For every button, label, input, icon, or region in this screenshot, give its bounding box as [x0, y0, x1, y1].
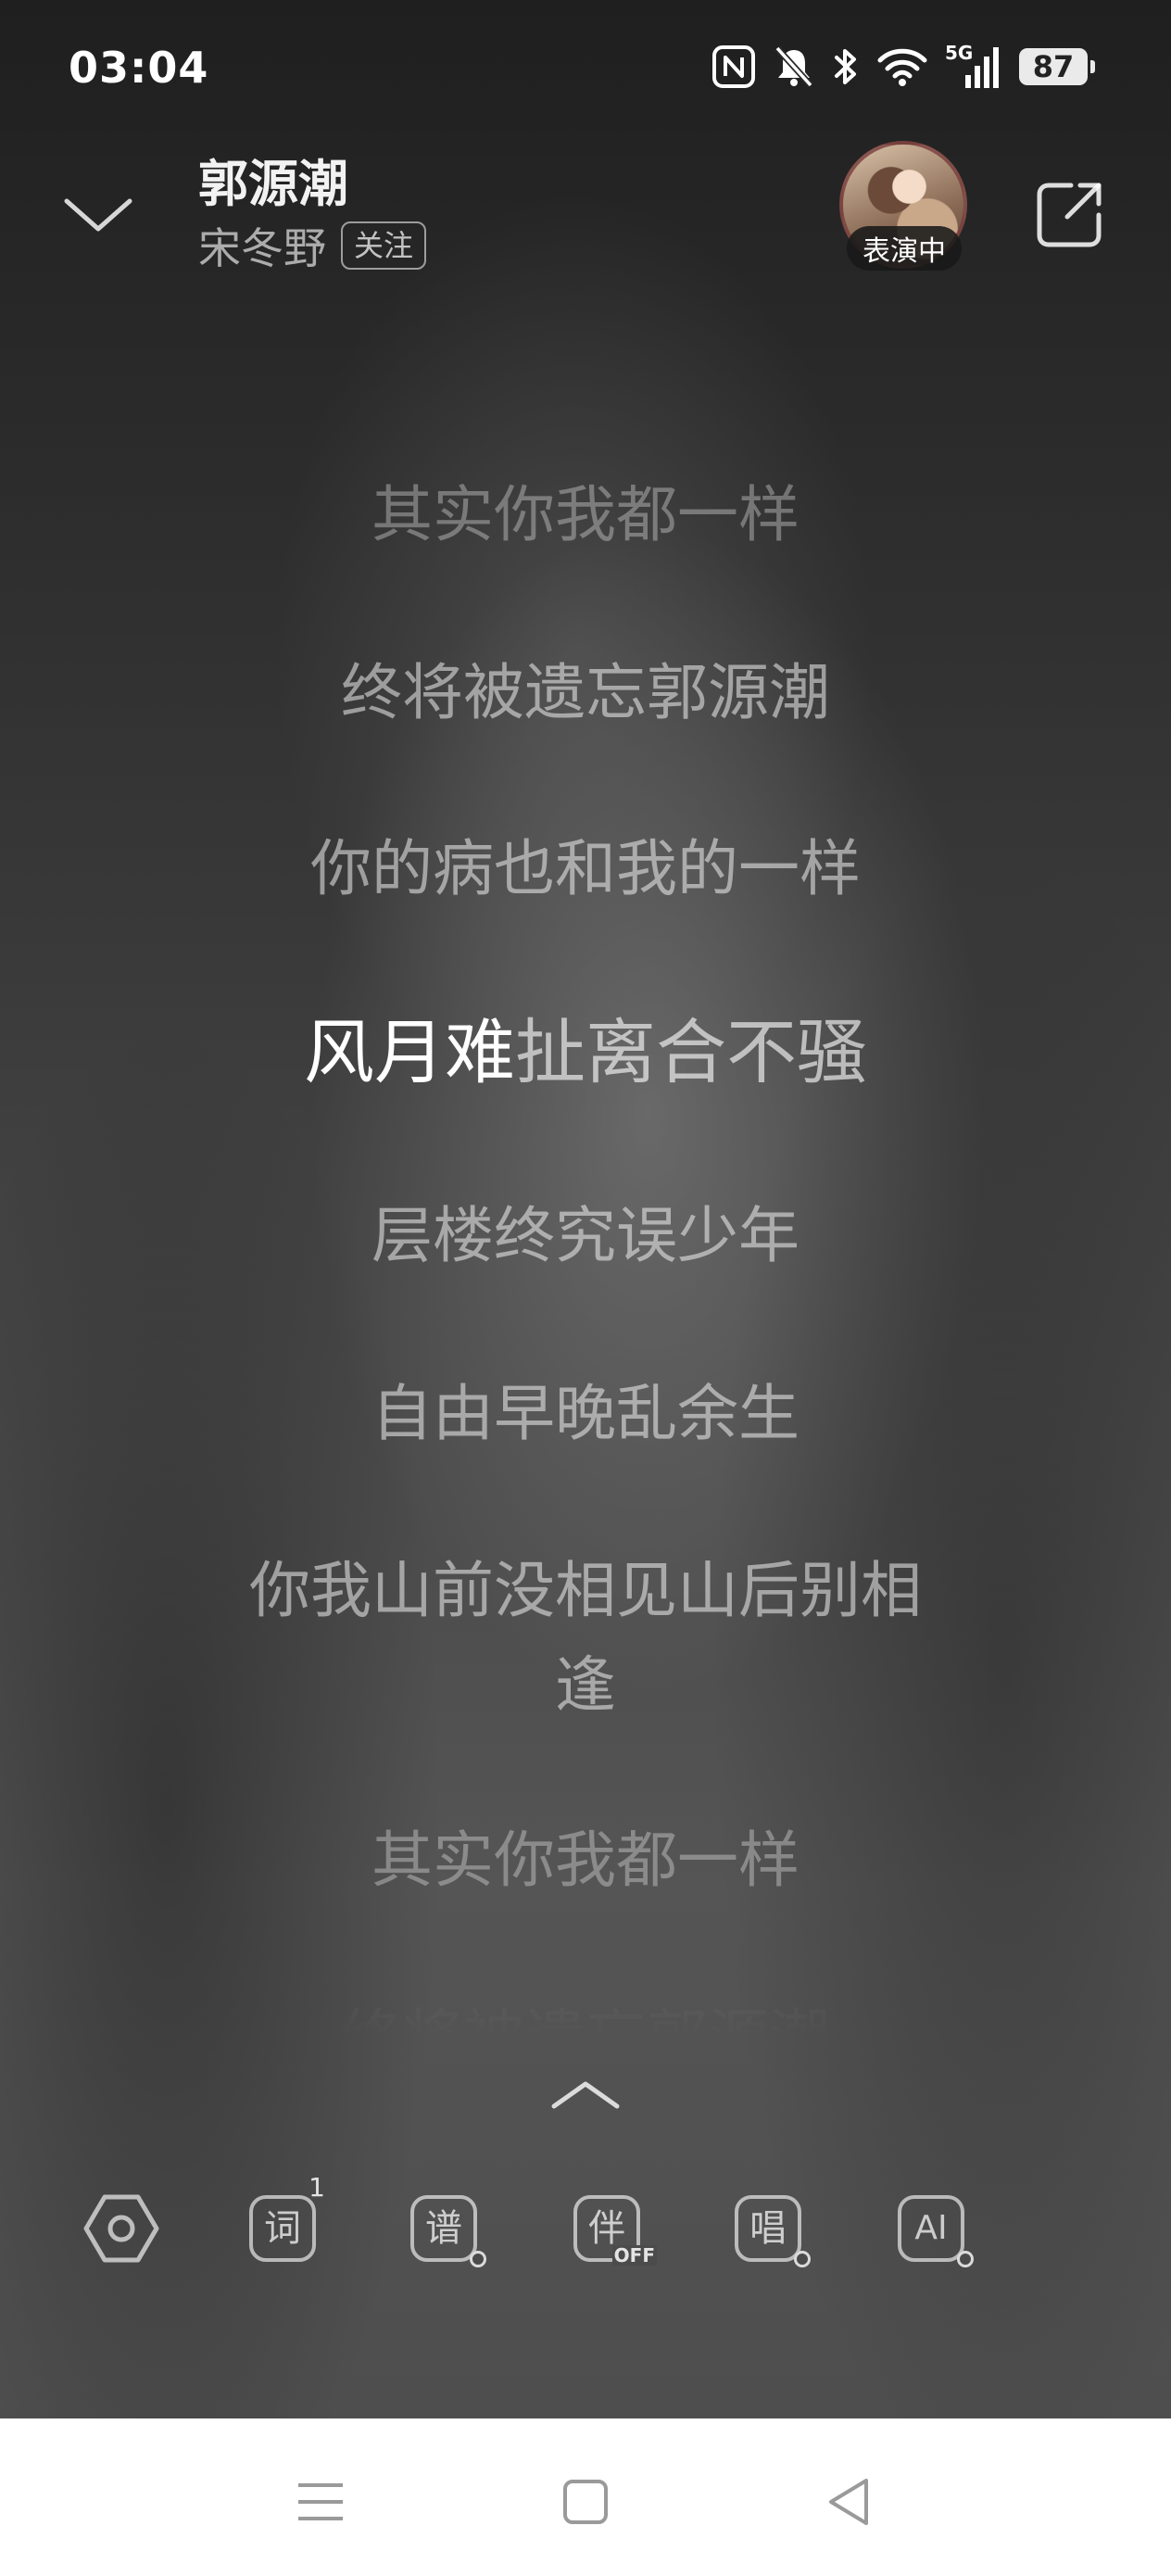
player-header: 郭源潮 宋冬野 关注 表演中 — [0, 130, 1171, 287]
settings-button[interactable] — [70, 2178, 172, 2279]
lyric-line[interactable]: 自由早晚乱余生 — [167, 1368, 1004, 1460]
lyric-line-part: 你我山前没相见山后别相 — [249, 1555, 922, 1626]
lyrics-label: 词 — [264, 2207, 301, 2250]
lyrics-count: 1 — [308, 2172, 325, 2203]
score-icon: 谱 — [410, 2195, 486, 2267]
follow-button[interactable]: 关注 — [341, 221, 427, 270]
battery-icon: 87 — [1019, 48, 1095, 85]
accompany-button[interactable]: 伴 OFF — [556, 2178, 658, 2279]
lyric-line[interactable]: 你的病也和我的一样 — [167, 823, 1004, 915]
artist-name[interactable]: 宋冬野 — [198, 215, 326, 276]
wifi-icon — [876, 45, 928, 88]
navigation-bar — [0, 2418, 1171, 2576]
performer-avatar-button[interactable]: 表演中 — [839, 141, 969, 271]
player-screen: 03:04 5G 87 郭源潮 宋冬野 关注 表演中 其实你我都一样 终将被遗忘… — [0, 0, 1171, 2418]
status-time: 03:04 — [69, 43, 209, 93]
ai-label: AI — [914, 2209, 948, 2247]
settings-icon — [83, 2194, 159, 2263]
lyric-line[interactable]: 层楼终究误少年 — [167, 1190, 1004, 1282]
lyric-line[interactable]: 终将被遗忘郭源潮 — [167, 647, 1004, 739]
signal-icon: 5G — [945, 42, 1002, 90]
accompany-label: 伴 — [588, 2207, 625, 2250]
home-button[interactable] — [539, 2456, 632, 2548]
status-icons: 5G 87 — [711, 41, 1095, 93]
chevron-up-icon — [551, 2081, 620, 2109]
mic-icon — [957, 2251, 974, 2267]
sing-button[interactable]: 唱 — [717, 2178, 819, 2279]
ai-button[interactable]: AI — [880, 2178, 982, 2279]
sing-icon: 唱 — [735, 2195, 811, 2267]
menu-icon — [298, 2483, 343, 2520]
lyric-line[interactable]: 其实你我都一样 — [167, 1814, 1004, 1907]
mic-icon — [794, 2251, 811, 2267]
accompany-state: OFF — [611, 2244, 657, 2267]
expand-button[interactable] — [539, 2063, 632, 2128]
nfc-icon — [711, 44, 756, 89]
score-button[interactable]: 谱 — [393, 2178, 495, 2279]
sing-label: 唱 — [749, 2207, 787, 2250]
share-button[interactable] — [1025, 170, 1114, 259]
menu-button[interactable] — [274, 2456, 367, 2548]
home-square-icon — [563, 2480, 608, 2524]
lyric-sung-part: 风月难 — [304, 1011, 515, 1093]
performing-badge: 表演中 — [847, 226, 962, 271]
score-label: 谱 — [425, 2207, 462, 2250]
lyric-line[interactable]: 你我山前没相见山后别相 逢 — [167, 1544, 1004, 1733]
current-lyric-line[interactable]: 风月难扯离合不骚 — [167, 1006, 1004, 1099]
collapse-button[interactable] — [54, 170, 143, 259]
mute-bell-icon — [773, 44, 815, 89]
lyrics-panel[interactable]: 其实你我都一样 终将被遗忘郭源潮 你的病也和我的一样 风月难扯离合不骚 层楼终究… — [0, 0, 1171, 2076]
lyric-line[interactable]: 其实你我都一样 — [167, 469, 1004, 562]
chevron-down-icon — [64, 198, 132, 232]
bluetooth-icon — [832, 44, 860, 89]
player-toolbar: 词 1 谱 伴 OFF 唱 AI — [0, 2175, 1171, 2279]
accompany-icon: 伴 OFF — [573, 2195, 657, 2266]
ai-icon: AI — [898, 2195, 974, 2267]
song-title: 郭源潮 — [198, 155, 348, 213]
back-button[interactable] — [802, 2456, 895, 2548]
lyrics-icon: 词 1 — [249, 2175, 325, 2262]
artist-row: 宋冬野 关注 — [198, 215, 427, 276]
battery-level: 87 — [1032, 49, 1075, 84]
note-icon — [470, 2251, 486, 2267]
lyric-unsung-part: 扯离合不骚 — [515, 1011, 867, 1093]
status-bar: 03:04 5G 87 — [0, 0, 1171, 139]
back-triangle-icon — [829, 2479, 868, 2525]
lyric-line-part: 逢 — [555, 1649, 616, 1721]
lyrics-button[interactable]: 词 1 — [232, 2175, 334, 2279]
share-icon — [1037, 183, 1102, 247]
